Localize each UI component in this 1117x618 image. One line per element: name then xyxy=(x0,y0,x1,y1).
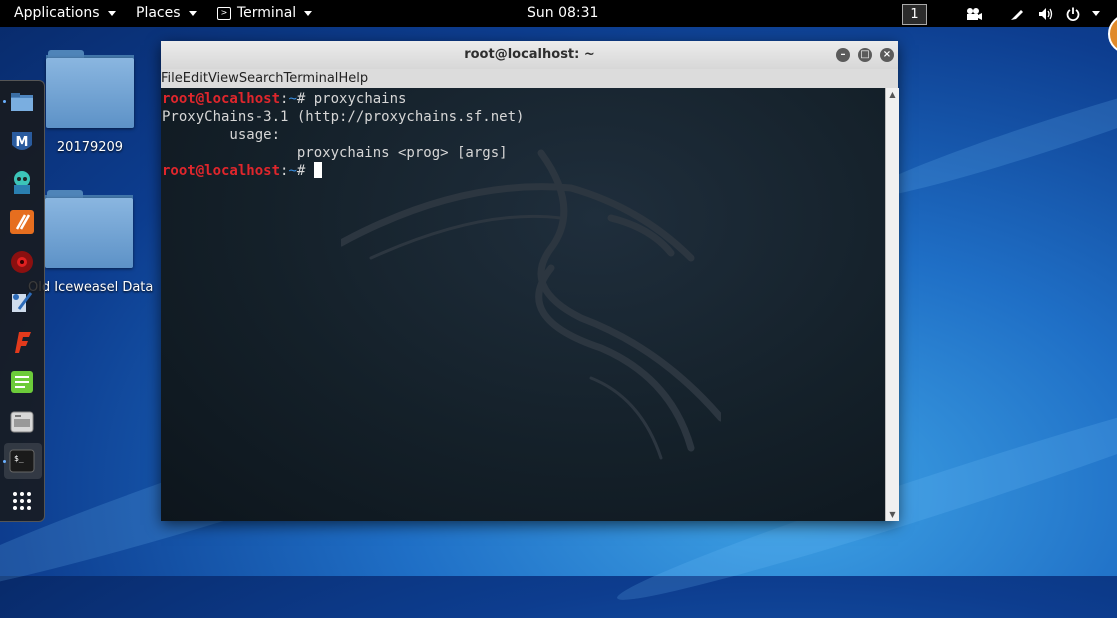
files-icon[interactable] xyxy=(9,89,35,115)
folder-icon xyxy=(45,190,133,268)
prompt-hash: # xyxy=(296,91,314,107)
clock[interactable]: Sun 08:31 xyxy=(527,0,598,27)
menu-edit[interactable]: Edit xyxy=(183,69,208,88)
kali-dragon-watermark xyxy=(341,149,721,460)
chevron-down-icon xyxy=(107,11,116,16)
window-title: root@localhost: ~ xyxy=(464,47,595,62)
terminal-app-menu[interactable]: > Terminal xyxy=(217,0,313,27)
notes-icon[interactable] xyxy=(9,369,35,395)
maximize-button[interactable]: □ xyxy=(858,48,872,62)
terminal-icon[interactable]: $_ xyxy=(9,448,35,474)
running-indicator xyxy=(3,100,6,103)
terminal-output: root@localhost:~# proxychains ProxyChain… xyxy=(161,88,885,180)
top-bar: Applications Places > Terminal Sun 08:31… xyxy=(0,0,1117,27)
minimize-button[interactable]: – xyxy=(836,48,850,62)
volume-icon[interactable] xyxy=(1038,0,1054,27)
prompt-hash: # xyxy=(296,163,314,179)
typed-command: proxychains xyxy=(313,91,407,107)
menu-view[interactable]: View xyxy=(208,69,239,88)
show-apps-icon[interactable] xyxy=(9,488,35,514)
window-titlebar[interactable]: root@localhost: ~ – □ × xyxy=(161,41,898,69)
power-icon xyxy=(1066,7,1080,21)
terminal-area[interactable]: root@localhost:~# proxychains ProxyChain… xyxy=(161,88,885,521)
text-cursor xyxy=(313,162,322,178)
burpsuite-icon[interactable] xyxy=(9,209,35,235)
metasploit-icon[interactable]: M xyxy=(9,129,35,155)
power-menu[interactable] xyxy=(1066,0,1100,27)
applications-label: Applications xyxy=(14,5,100,21)
terminal-window: root@localhost: ~ – □ × File Edit View Sear… xyxy=(161,41,899,521)
menu-file[interactable]: File xyxy=(161,69,183,88)
faraday-icon[interactable] xyxy=(9,249,35,275)
folder-label: Old Iceweasel Data xyxy=(28,280,154,295)
desktop-folder[interactable]: 20179209 xyxy=(35,50,145,155)
svg-text:M: M xyxy=(16,135,29,150)
menu-search[interactable]: Search xyxy=(239,69,284,88)
scroll-up-icon[interactable]: ▲ xyxy=(886,90,899,99)
video-icon[interactable] xyxy=(965,0,983,27)
keyboard-icon[interactable] xyxy=(9,409,35,435)
output-line: ProxyChains-3.1 (http://proxychains.sf.n… xyxy=(162,109,525,125)
scrollbar[interactable]: ▲ ▼ xyxy=(885,88,899,521)
chevron-down-icon xyxy=(1092,11,1100,16)
places-menu[interactable]: Places xyxy=(136,0,197,27)
svg-text:$_: $_ xyxy=(14,454,24,463)
flashfire-icon[interactable] xyxy=(9,329,35,355)
output-line: usage: xyxy=(162,127,281,143)
chevron-down-icon xyxy=(304,11,313,16)
desktop-folder[interactable]: Old Iceweasel Data xyxy=(28,190,165,295)
prompt-user: root@localhost xyxy=(162,163,281,179)
close-button[interactable]: × xyxy=(880,48,894,62)
prompt-dir: ~ xyxy=(288,163,297,179)
clock-label: Sun 08:31 xyxy=(527,5,599,21)
armitage-icon[interactable] xyxy=(9,169,35,195)
places-label: Places xyxy=(136,5,181,21)
folder-label: 20179209 xyxy=(56,140,124,155)
dock: M $_ xyxy=(0,80,45,522)
running-indicator xyxy=(3,460,6,463)
chevron-down-icon xyxy=(188,11,197,16)
menu-terminal[interactable]: Terminal xyxy=(283,69,338,88)
prompt-user: root@localhost xyxy=(162,91,281,107)
workspace-indicator[interactable]: 1 xyxy=(902,4,927,25)
folder-icon xyxy=(46,50,134,128)
applications-menu[interactable]: Applications xyxy=(14,0,116,27)
terminal-app-label: Terminal xyxy=(237,5,297,21)
output-line: proxychains <prog> [args] xyxy=(162,145,508,161)
prompt-dir: ~ xyxy=(288,91,297,107)
menu-help[interactable]: Help xyxy=(338,69,368,88)
menu-bar: File Edit View Search Terminal Help xyxy=(161,69,898,88)
terminal-icon: > xyxy=(217,7,231,20)
maltego-icon[interactable] xyxy=(9,289,35,315)
scroll-down-icon[interactable]: ▼ xyxy=(886,510,899,519)
pen-icon[interactable] xyxy=(1010,0,1024,27)
